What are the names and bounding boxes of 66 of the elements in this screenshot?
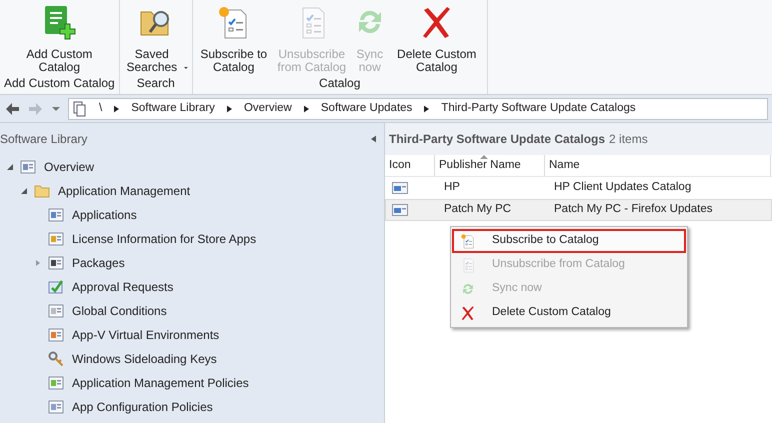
tree-item[interactable]: App Configuration Policies: [72, 398, 213, 416]
window-icon: [392, 182, 408, 194]
separator-arrow-icon[interactable]: [114, 104, 120, 112]
separator-arrow-icon[interactable]: [304, 104, 309, 112]
sync-arrows-icon: [460, 281, 476, 297]
pane-title: Software Library: [0, 131, 88, 148]
column-header[interactable]: Name: [545, 155, 771, 176]
menu-item[interactable]: Delete Custom Catalog: [452, 301, 686, 325]
breadcrumb-item[interactable]: Software Updates: [320, 100, 412, 118]
tree-item[interactable]: Windows Sideloading Keys: [72, 350, 217, 368]
back-arrow-icon[interactable]: [4, 100, 20, 116]
expanded-arrow-icon[interactable]: [6, 163, 14, 171]
window-icon: [20, 159, 36, 175]
group-label: Catalog: [319, 75, 360, 92]
tree-item[interactable]: Application Management Policies: [72, 374, 249, 392]
breadcrumb-item[interactable]: Overview: [244, 100, 292, 118]
window-icon: [48, 231, 64, 247]
dropdown-caret-icon: [184, 65, 188, 71]
window-check-icon: [48, 279, 64, 295]
table-cell-text: Patch My PC: [443, 202, 512, 218]
window-icon: [48, 399, 64, 415]
ribbon-button[interactable]: Subscribe to Catalog: [196, 4, 271, 74]
address-bar[interactable]: \ Software Library Overview Software Updates Third-Party Software Update Catalogs: [68, 98, 768, 120]
column-header[interactable]: Icon: [385, 155, 435, 176]
list-title: Third-Party Software Update Catalogs: [389, 131, 606, 148]
window-icon: [48, 255, 64, 271]
table-cell-text: HP Client Updates Catalog: [553, 180, 692, 196]
tree-item[interactable]: Applications: [72, 206, 137, 224]
tree-item[interactable]: Packages: [72, 254, 125, 272]
expanded-arrow-icon[interactable]: [20, 187, 28, 195]
sort-arrow-icon: [480, 155, 488, 159]
window-icon: [48, 375, 64, 391]
tree-item[interactable]: Approval Requests: [72, 278, 174, 296]
group-label: Add Custom Catalog: [4, 75, 115, 92]
ribbon-button[interactable]: Saved Searches: [124, 4, 188, 74]
window-icon: [48, 207, 64, 223]
pages-icon: [73, 100, 87, 116]
tree-item[interactable]: Global Conditions: [72, 302, 167, 320]
separator-arrow-icon[interactable]: [226, 104, 232, 112]
collapse-arrow-icon[interactable]: [371, 135, 376, 143]
breadcrumb-item[interactable]: Software Library: [131, 100, 215, 118]
window-icon: [48, 303, 64, 319]
group-label: Search: [136, 75, 175, 92]
table-row[interactable]: HP HP Client Updates Catalog: [385, 177, 772, 199]
tree-item[interactable]: License Information for Store Apps: [72, 230, 256, 248]
tree-item[interactable]: Application Management: [58, 182, 190, 200]
menu-item[interactable]: Subscribe to Catalog: [452, 229, 686, 253]
window-icon: [48, 327, 64, 343]
breadcrumb-item[interactable]: Third-Party Software Update Catalogs: [441, 100, 636, 118]
window-icon: [392, 204, 408, 216]
table-cell-text: Patch My PC - Firefox Updates: [553, 202, 712, 218]
folder-icon: [34, 183, 50, 199]
tree-item[interactable]: Overview: [44, 158, 94, 176]
separator-arrow-icon[interactable]: [424, 104, 430, 112]
table-row[interactable]: Patch My PC Patch My PC - Firefox Updates: [385, 199, 772, 221]
column-header[interactable]: Publisher Name: [435, 155, 545, 176]
breadcrumb-item[interactable]: \: [99, 100, 102, 118]
ribbon-button[interactable]: Delete Custom Catalog: [390, 4, 483, 74]
delete-x-icon: [460, 305, 476, 321]
key-icon: [48, 351, 64, 367]
dropdown-caret-icon[interactable]: [52, 104, 60, 112]
table-cell-text: HP: [443, 180, 461, 196]
ribbon-button[interactable]: Add Custom Catalog: [9, 4, 110, 74]
tree-item[interactable]: App-V Virtual Environments: [72, 326, 220, 344]
item-count: 2 items: [609, 131, 648, 148]
checklist-star-icon: [460, 233, 476, 249]
